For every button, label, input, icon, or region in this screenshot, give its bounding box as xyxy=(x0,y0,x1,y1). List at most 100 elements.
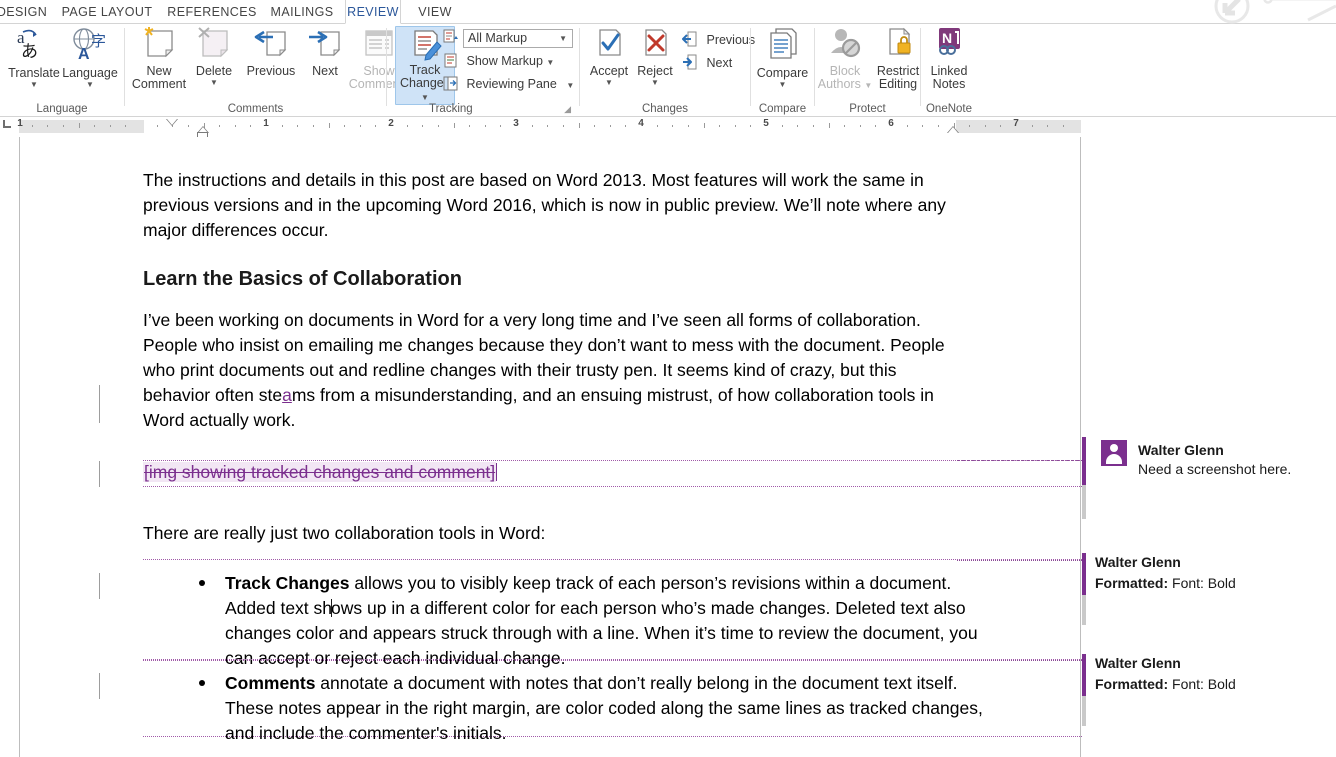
linked-notes-label-2: Notes xyxy=(932,77,966,91)
list-item-lead: Comments xyxy=(225,673,316,693)
delete-comment-label: Delete xyxy=(195,64,233,78)
previous-comment-label: Previous xyxy=(246,64,296,78)
ruler-tick xyxy=(969,125,970,127)
chevron-down-icon[interactable]: ▼ xyxy=(753,81,812,89)
ruler-track xyxy=(19,120,1081,134)
linked-notes-button[interactable]: N Linked Notes xyxy=(923,26,975,91)
display-for-review-combo[interactable]: All Markup ▼ xyxy=(463,29,573,48)
reviewing-pane-icon xyxy=(443,76,459,96)
list-item-lead: Track Changes xyxy=(225,573,350,593)
new-comment-button[interactable]: New Comment xyxy=(130,26,188,91)
markup-body-label: Formatted: xyxy=(1095,575,1169,591)
tab-references[interactable]: REFERENCES xyxy=(162,0,262,24)
chevron-down-icon[interactable]: ▼ xyxy=(62,81,118,89)
tracking-dialog-launcher[interactable]: ◢ xyxy=(564,105,571,114)
markup-pane[interactable]: Walter Glenn Need a screenshot here. Wal… xyxy=(957,137,1336,757)
heading-learn-basics[interactable]: Learn the Basics of Collaboration xyxy=(143,267,963,292)
horizontal-ruler[interactable]: 1 1 2 3 4 5 6 7 xyxy=(0,117,1336,137)
group-label-onenote: OneNote xyxy=(925,103,973,115)
language-globe-icon: A 字 xyxy=(62,26,118,65)
group-label-comments: Comments xyxy=(227,103,284,115)
paragraph-two-tools[interactable]: There are really just two collaboration … xyxy=(143,521,963,546)
ruler-tick xyxy=(782,125,783,127)
previous-comment-button[interactable]: Previous xyxy=(240,26,302,78)
markup-body: Formatted: Font: Bold xyxy=(1095,575,1236,591)
show-markup-button[interactable]: Show Markup ▼ xyxy=(443,53,554,73)
track-changes-label-1: Track xyxy=(409,63,441,77)
svg-text:字: 字 xyxy=(91,33,106,50)
document-workspace[interactable]: The instructions and details in this pos… xyxy=(0,137,1336,757)
accept-change-label: Accept xyxy=(589,64,629,78)
ruler-tick xyxy=(813,125,814,127)
restrict-editing-label-2: Editing xyxy=(878,77,918,91)
ruler-tick xyxy=(500,125,501,127)
chevron-down-icon[interactable]: ▼ xyxy=(586,79,632,87)
tab-view[interactable]: VIEW xyxy=(408,0,462,24)
bullet-glyph xyxy=(199,580,205,586)
paragraph-intro[interactable]: The instructions and details in this pos… xyxy=(143,168,963,243)
markup-body: Formatted: Font: Bold xyxy=(1095,676,1236,692)
markup-bar-tail xyxy=(1082,595,1086,625)
delete-comment-button[interactable]: Delete ▼ xyxy=(188,26,240,87)
chevron-down-icon[interactable]: ▼ xyxy=(188,79,240,87)
paragraph-commented-image-placeholder[interactable]: [img showing tracked changes and comment… xyxy=(143,460,963,485)
group-label-changes: Changes xyxy=(641,103,689,115)
ruler-tick xyxy=(797,125,798,127)
decorative-corner-graphic xyxy=(1214,0,1336,24)
chevron-down-icon[interactable]: ▼ xyxy=(632,79,678,87)
previous-comment-icon xyxy=(240,26,302,63)
markup-bar-tail xyxy=(1082,696,1086,726)
markup-bar xyxy=(1082,553,1086,595)
ruler-tick xyxy=(79,123,80,128)
ruler-tick xyxy=(375,125,376,127)
block-authors-label-2: Authors xyxy=(817,77,861,91)
previous-change-icon xyxy=(682,31,699,52)
ruler-number: 4 xyxy=(638,118,644,129)
tab-design[interactable]: DESIGN xyxy=(0,0,52,24)
ruler-tick xyxy=(469,125,470,127)
next-comment-icon xyxy=(302,26,348,63)
ruler-tick xyxy=(157,125,158,127)
ruler-tick xyxy=(547,125,548,127)
compare-button[interactable]: Compare ▼ xyxy=(753,26,812,89)
ruler-number: 7 xyxy=(1013,118,1019,129)
reviewing-pane-button[interactable]: Reviewing Pane ▼ xyxy=(443,76,574,96)
chevron-down-icon[interactable]: ▼ xyxy=(566,81,574,90)
ruler-tick xyxy=(360,125,361,127)
ruler-tick xyxy=(47,125,48,127)
ruler-tick xyxy=(829,123,830,128)
tab-page-layout[interactable]: PAGE LAYOUT xyxy=(52,0,162,24)
chevron-down-icon[interactable]: ▼ xyxy=(421,93,429,102)
tab-stop-selector[interactable] xyxy=(3,120,11,128)
chevron-down-icon[interactable]: ▼ xyxy=(559,31,567,47)
ruler-tick xyxy=(282,125,283,127)
restrict-editing-button[interactable]: Restrict Editing xyxy=(873,26,923,91)
previous-change-button[interactable]: Previous xyxy=(682,31,755,52)
ruler-tick xyxy=(610,125,611,127)
list-item-body-after: ows up in a different color for each per… xyxy=(225,598,978,668)
accept-change-button[interactable]: Accept ▼ xyxy=(586,26,632,87)
chevron-down-icon[interactable]: ▼ xyxy=(864,81,872,90)
block-authors-button[interactable]: Block Authors ▼ xyxy=(817,26,873,92)
translate-button[interactable]: a あ Translate ▼ xyxy=(6,26,62,89)
reject-change-button[interactable]: Reject ▼ xyxy=(632,26,678,87)
show-markup-icon xyxy=(443,53,459,73)
tab-mailings[interactable]: MAILINGS xyxy=(262,0,342,24)
ruler-tick xyxy=(1032,125,1033,127)
next-comment-button[interactable]: Next xyxy=(302,26,348,78)
markup-body-value: Font: Bold xyxy=(1168,676,1236,692)
ruler-tick xyxy=(297,125,298,127)
ruler-tick xyxy=(313,125,314,127)
paragraph-collaboration[interactable]: I’ve been working on documents in Word f… xyxy=(143,308,963,433)
document-page[interactable]: The instructions and details in this pos… xyxy=(19,137,1082,757)
comment-body[interactable]: Need a screenshot here. xyxy=(1138,461,1291,477)
translate-label: Translate xyxy=(8,66,60,80)
language-button[interactable]: A 字 Language ▼ xyxy=(62,26,118,89)
bullet-glyph xyxy=(199,680,205,686)
display-for-review-icon xyxy=(443,29,459,50)
chevron-down-icon[interactable]: ▼ xyxy=(6,81,62,89)
tab-review[interactable]: REVIEW xyxy=(345,0,401,24)
next-change-button[interactable]: Next xyxy=(682,54,732,75)
chevron-down-icon[interactable]: ▼ xyxy=(546,58,554,67)
block-authors-icon xyxy=(817,26,873,63)
